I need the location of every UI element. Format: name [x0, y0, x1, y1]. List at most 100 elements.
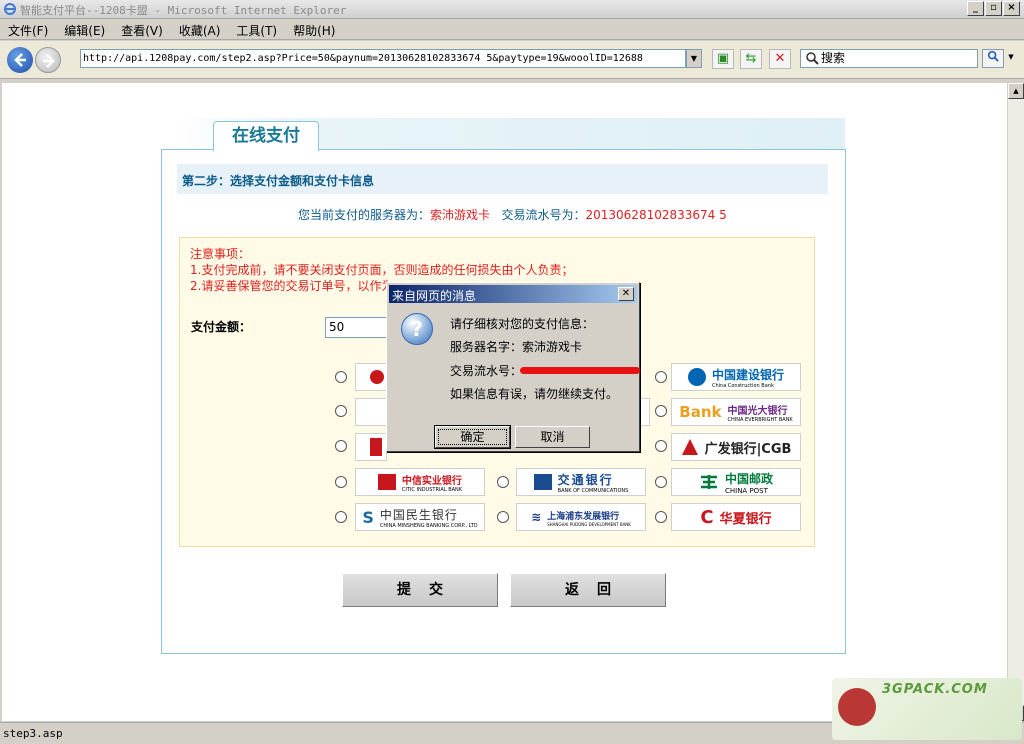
serial-label: 交易流水号为：: [501, 208, 586, 222]
spdb-logo-icon: ≋: [531, 510, 542, 524]
menu-bar: 文件(F) 编辑(E) 查看(V) 收藏(A) 工具(T) 帮助(H): [0, 20, 1024, 40]
bank-radio-post[interactable]: [655, 476, 667, 488]
bocom-name: 交通银行: [557, 472, 614, 487]
boc-logo-icon: [370, 438, 382, 456]
bocom-sub: BANK OF COMMUNICATIONS: [557, 487, 629, 494]
bocom-logo-icon: [533, 474, 552, 490]
bank-radio-cgb[interactable]: [655, 440, 667, 452]
status-text: step3.asp: [3, 727, 63, 740]
menu-edit[interactable]: 编辑(E): [56, 20, 113, 41]
bank-bocom[interactable]: 交通银行 BANK OF COMMUNICATIONS: [516, 468, 646, 496]
icbc-logo-icon: [370, 370, 384, 384]
cgb-logo-icon: [681, 439, 698, 455]
vertical-scrollbar[interactable]: ▲ ▼: [1007, 83, 1024, 721]
serial-number: 20130628102833674 5: [585, 208, 727, 222]
dialog-line-3: 交易流水号：: [450, 364, 523, 378]
post-name: 中国邮政: [724, 471, 773, 486]
address-input[interactable]: http://api.1208pay.com/step2.asp?Price=5…: [80, 49, 686, 68]
bank-radio-citic[interactable]: [335, 476, 347, 488]
menu-view[interactable]: 查看(V): [113, 20, 171, 41]
search-placeholder: 搜索: [821, 51, 846, 65]
dialog-cancel-button[interactable]: 取消: [515, 426, 590, 448]
compat-view-icon[interactable]: ▣: [712, 49, 734, 69]
ccb-logo-icon: [687, 368, 706, 386]
search-input[interactable]: 搜索: [800, 49, 978, 68]
refresh-icon[interactable]: ⇆: [740, 49, 762, 69]
server-info-line: 您当前支付的服务器为：索沛游戏卡 交易流水号为：2013062810283367…: [298, 206, 727, 223]
bank-cmbc[interactable]: S 中国民生银行 CHINA MINSHENG BANKING CORP., LT…: [355, 503, 485, 531]
window-title: 智能支付平台--1208卡盟 - Microsoft Internet Expl…: [20, 4, 347, 17]
notice-item-1: 1.支付完成前，请不要关闭支付页面，否则造成的任何损失由个人负责；: [190, 263, 574, 277]
bank-cgb[interactable]: 广发银行|CGB: [671, 433, 801, 461]
amount-field[interactable]: 50: [325, 317, 393, 338]
bank-radio-ceb[interactable]: [655, 405, 667, 417]
ccb-sub: China Construction Bank: [711, 382, 774, 389]
bank-radio-hxb[interactable]: [655, 511, 667, 523]
close-window-button[interactable]: ×: [1003, 1, 1020, 16]
message-dialog: 来自网页的消息 ✕ ? 请仔细核对您的支付信息： 服务器名字：索沛游戏卡 交易流…: [386, 282, 640, 452]
bank-ceb[interactable]: Bank 中国光大银行 CHINA EVERBRIGHT BANK: [671, 398, 801, 426]
menu-favorites[interactable]: 收藏(A): [171, 20, 229, 41]
bank-radio-spdb[interactable]: [497, 511, 509, 523]
bank-citic[interactable]: 中信实业银行 CITIC INDUSTRIAL BANK: [355, 468, 485, 496]
forward-button[interactable]: [35, 47, 61, 73]
dialog-close-button[interactable]: ✕: [618, 287, 634, 301]
bank-radio[interactable]: [335, 440, 347, 452]
menu-help[interactable]: 帮助(H): [285, 20, 343, 41]
window-titlebar: 智能支付平台--1208卡盟 - Microsoft Internet Expl…: [0, 0, 1024, 19]
dialog-ok-button[interactable]: 确定: [435, 426, 510, 448]
server-name: 索沛游戏卡: [430, 208, 491, 222]
tab-online-payment[interactable]: 在线支付: [213, 121, 319, 151]
step-title: 第二步：选择支付金额和支付卡信息: [177, 164, 828, 194]
bank-hxb[interactable]: C 华夏银行: [671, 503, 801, 531]
bank-post[interactable]: 中国邮政 CHINA POST: [671, 468, 801, 496]
bank-logo-hidden-mid: [640, 398, 650, 426]
arrow-right-icon: [43, 54, 55, 68]
menu-tools[interactable]: 工具(T): [228, 20, 285, 41]
bank-spdb[interactable]: ≋ 上海浦东发展银行 SHANGHAI PUDONG DEVELOPMENT BA…: [516, 503, 646, 531]
bank-radio[interactable]: [335, 405, 347, 417]
redaction-mark: [520, 367, 640, 374]
notice-title: 注意事项：: [190, 247, 251, 261]
cmbc-logo-icon: S: [362, 507, 374, 527]
arrow-left-icon: [14, 53, 26, 67]
address-dropdown-button[interactable]: ▼: [686, 49, 702, 68]
bank-radio[interactable]: [335, 371, 347, 383]
search-options-dropdown[interactable]: ▼: [1005, 49, 1017, 68]
menu-file[interactable]: 文件(F): [0, 20, 56, 41]
back-page-button[interactable]: 返回: [510, 573, 666, 607]
citic-logo-icon: [377, 474, 396, 490]
search-go-button[interactable]: [982, 49, 1004, 68]
restore-button[interactable]: ▫: [985, 1, 1002, 16]
ceb-logo-icon: Bank: [679, 403, 722, 421]
watermark-text: 3GPACK.COM: [882, 682, 988, 697]
dialog-title: 来自网页的消息: [392, 289, 477, 303]
post-logo-icon: [700, 475, 717, 489]
bank-radio-cmbc[interactable]: [335, 511, 347, 523]
question-icon: ?: [401, 313, 433, 345]
back-button[interactable]: [7, 47, 33, 73]
bank-logo-hidden[interactable]: [355, 398, 387, 426]
site-watermark: 3GPACK.COM: [832, 678, 1022, 740]
bank-logo-icbc[interactable]: [355, 363, 387, 391]
dialog-line-2: 服务器名字：索沛游戏卡: [450, 340, 583, 354]
search-icon: [806, 52, 819, 65]
scroll-up-button[interactable]: ▲: [1008, 83, 1024, 99]
bank-radio-ccb[interactable]: [655, 371, 667, 383]
cgb-name: 广发银行|CGB: [704, 441, 792, 457]
bank-logo-boc[interactable]: [355, 433, 387, 461]
magnifier-icon: [987, 50, 999, 62]
stop-icon[interactable]: ✕: [769, 49, 791, 69]
ccb-name: 中国建设银行: [711, 367, 784, 382]
hxb-name: 华夏银行: [719, 511, 772, 527]
submit-button[interactable]: 提交: [342, 573, 498, 607]
citic-sub: CITIC INDUSTRIAL BANK: [401, 486, 463, 493]
bank-ccb[interactable]: 中国建设银行 China Construction Bank: [671, 363, 801, 391]
bank-radio-bocom[interactable]: [497, 476, 509, 488]
citic-name: 中信实业银行: [401, 475, 462, 487]
spdb-sub: SHANGHAI PUDONG DEVELOPMENT BANK: [547, 521, 631, 527]
ceb-name: 中国光大银行: [727, 405, 788, 417]
cmbc-name: 中国民生银行: [379, 507, 458, 522]
ie-logo-icon: [4, 3, 16, 15]
minimize-button[interactable]: _: [967, 1, 984, 16]
